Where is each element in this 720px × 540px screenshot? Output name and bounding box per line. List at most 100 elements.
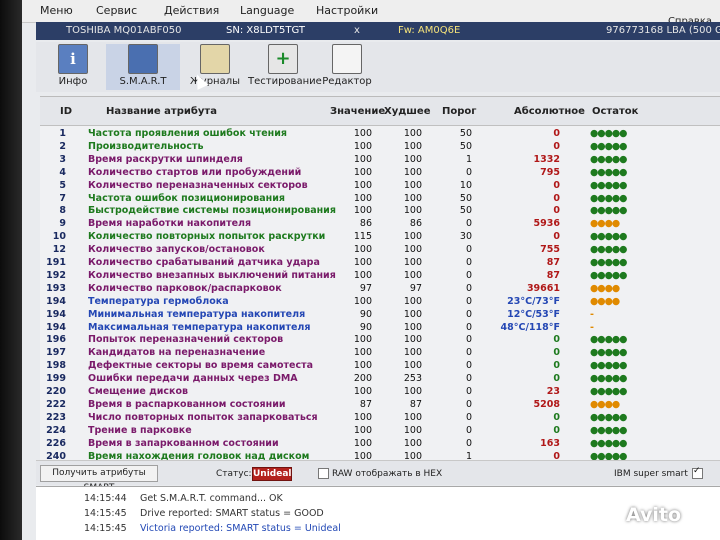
table-row[interactable]: 12 Количество запусков/остановок 100 100 0 75… bbox=[40, 243, 720, 257]
ibm-smart-checkbox[interactable] bbox=[692, 466, 703, 479]
table-row[interactable]: 193 Количество парковок/распарковок 97 97 0 3… bbox=[40, 282, 720, 296]
table-row[interactable]: 10 Количество повторных попыток раскрутки… bbox=[40, 230, 720, 244]
toolbar-label: Инфо bbox=[58, 76, 88, 87]
table-row[interactable]: 194 Температура гермоблока 100 100 0 23°C/73°… bbox=[40, 295, 720, 309]
drive-selector[interactable]: TOSHIBA MQ01ABF050 SN: X8LDT5TGT x Fw: A… bbox=[36, 22, 720, 40]
row-absolute: 0 bbox=[553, 411, 560, 423]
row-attribute-name: Дефектные секторы во время самотеста bbox=[88, 360, 313, 372]
col-worst[interactable]: Худшее bbox=[384, 106, 431, 117]
row-remaining: ●●●●● bbox=[590, 257, 627, 268]
row-remaining: ●●●●● bbox=[590, 334, 627, 346]
row-threshold: 0 bbox=[465, 347, 472, 359]
status-badge: Unideal bbox=[252, 467, 292, 481]
row-attribute-name: Максимальная температура накопителя bbox=[88, 321, 311, 333]
col-id[interactable]: ID bbox=[60, 106, 72, 117]
row-absolute: 795 bbox=[540, 166, 560, 178]
table-row[interactable]: 1 Частота проявления ошибок чтения 100 100 5… bbox=[40, 127, 720, 141]
avito-logo-icon bbox=[600, 505, 622, 527]
row-remaining: ●●●●● bbox=[590, 192, 627, 204]
table-row[interactable]: 9 Время наработки накопителя 86 86 0 5936 ●●●● bbox=[40, 217, 720, 231]
row-id: 192 bbox=[46, 269, 66, 281]
table-row[interactable]: 223 Число повторных попыток запарковаться… bbox=[40, 411, 720, 425]
row-absolute: 0 bbox=[553, 140, 560, 152]
row-worst: 100 bbox=[403, 128, 422, 139]
row-attribute-name: Время в распаркованном состоянии bbox=[88, 398, 286, 410]
row-value: 115 bbox=[353, 231, 372, 243]
row-absolute: 48°C/118°F bbox=[500, 321, 560, 333]
row-remaining: ●●●●● bbox=[590, 244, 627, 256]
table-row[interactable]: 194 Минимальная температура накопителя 90 1… bbox=[40, 308, 720, 322]
col-remaining[interactable]: Остаток bbox=[592, 106, 638, 117]
table-row[interactable]: 220 Смещение дисков 100 100 0 23 ●●●●● bbox=[40, 385, 720, 399]
table-row[interactable]: 3 Время раскрутки шпинделя 100 100 1 1332 ●●●●… bbox=[40, 153, 720, 167]
table-row[interactable]: 2 Производительность 100 100 50 0 ●●●●● bbox=[40, 140, 720, 154]
row-worst: 87 bbox=[409, 398, 422, 410]
row-id: 194 bbox=[46, 308, 66, 320]
row-attribute-name: Кандидатов на переназначение bbox=[88, 347, 266, 359]
col-value[interactable]: Значение bbox=[330, 106, 385, 117]
table-row[interactable]: 199 Ошибки передачи данных через DMA 200 25… bbox=[40, 372, 720, 386]
row-attribute-name: Количество парковок/распарковок bbox=[88, 282, 282, 294]
table-row[interactable]: 4 Количество стартов или пробуждений 100 10… bbox=[40, 166, 720, 180]
col-absolute[interactable]: Абсолютное bbox=[514, 106, 585, 117]
row-worst: 100 bbox=[403, 179, 422, 191]
status-bar: Получить атрибуты SMART Статус: Unideal … bbox=[36, 460, 720, 493]
row-threshold: 0 bbox=[465, 257, 472, 268]
menu-item-settings[interactable]: Настройки bbox=[316, 4, 378, 17]
testing-icon: + bbox=[268, 44, 298, 74]
row-threshold: 50 bbox=[459, 192, 472, 204]
row-attribute-name: Попыток переназначений секторов bbox=[88, 334, 284, 346]
row-absolute: 5936 bbox=[533, 218, 560, 230]
table-row[interactable]: 226 Время в запаркованном состоянии 100 100… bbox=[40, 437, 720, 451]
drive-close[interactable]: x bbox=[354, 25, 360, 36]
row-value: 90 bbox=[359, 321, 372, 333]
monitor-bezel bbox=[0, 0, 22, 540]
row-attribute-name: Количество внезапных выключений питания bbox=[88, 269, 336, 281]
row-absolute: 0 bbox=[553, 128, 560, 139]
table-row[interactable]: 198 Дефектные секторы во время самотеста 1… bbox=[40, 359, 720, 373]
row-worst: 100 bbox=[403, 140, 422, 152]
toolbar-info-button[interactable]: i Инфо bbox=[52, 44, 94, 90]
table-row[interactable]: 191 Количество срабатываний датчика удара… bbox=[40, 256, 720, 270]
row-attribute-name: Время наработки накопителя bbox=[88, 218, 252, 230]
toolbar-editor-button[interactable]: Редактор bbox=[322, 44, 372, 90]
row-id: 223 bbox=[46, 411, 66, 423]
row-absolute: 0 bbox=[553, 205, 560, 217]
table-row[interactable]: 7 Частота ошибок позиционирования 100 100 50… bbox=[40, 192, 720, 206]
toolbar-smart-button[interactable]: S.M.A.R.T bbox=[106, 44, 180, 90]
table-row[interactable]: 194 Максимальная температура накопителя 90… bbox=[40, 321, 720, 335]
row-id: 196 bbox=[46, 334, 66, 346]
row-worst: 100 bbox=[403, 269, 422, 281]
col-name[interactable]: Название атрибута bbox=[106, 106, 217, 117]
table-row[interactable]: 197 Кандидатов на переназначение 100 100 0 0 ●… bbox=[40, 346, 720, 360]
row-remaining: ●●●●● bbox=[590, 153, 627, 165]
row-id: 1 bbox=[59, 128, 66, 139]
row-value: 100 bbox=[353, 166, 372, 178]
row-id: 7 bbox=[59, 192, 66, 204]
col-threshold[interactable]: Порог bbox=[442, 106, 477, 117]
table-row[interactable]: 5 Количество переназначенных секторов 100 1… bbox=[40, 179, 720, 193]
avito-text: Avito bbox=[626, 504, 682, 526]
row-value: 100 bbox=[353, 295, 372, 307]
menu-item-service[interactable]: Сервис bbox=[96, 4, 137, 17]
row-threshold: 0 bbox=[465, 295, 472, 307]
row-id: 220 bbox=[46, 386, 66, 397]
raw-hex-checkbox[interactable] bbox=[318, 468, 329, 479]
row-remaining: ●●●●● bbox=[590, 128, 627, 139]
table-row[interactable]: 196 Попыток переназначений секторов 100 100… bbox=[40, 333, 720, 347]
row-attribute-name: Минимальная температура накопителя bbox=[88, 308, 306, 320]
menu-item-menu[interactable]: Меню bbox=[40, 4, 73, 17]
menu-item-actions[interactable]: Действия bbox=[164, 4, 219, 17]
table-row[interactable]: 192 Количество внезапных выключений питан… bbox=[40, 269, 720, 283]
table-row[interactable]: 8 Быстродействие системы позиционирования… bbox=[40, 204, 720, 218]
toolbar-testing-button[interactable]: + Тестирование bbox=[248, 44, 322, 90]
table-row[interactable]: 222 Время в распаркованном состоянии 87 87 0… bbox=[40, 398, 720, 412]
menu-item-language[interactable]: Language bbox=[240, 4, 294, 17]
table-row[interactable]: 224 Трение в парковке 100 100 0 0 ●●●●● bbox=[40, 424, 720, 438]
ibm-smart-label: IBM super smart bbox=[614, 469, 688, 479]
drive-serial: SN: X8LDT5TGT bbox=[226, 25, 305, 36]
get-smart-button[interactable]: Получить атрибуты SMART bbox=[40, 465, 158, 493]
row-remaining: ●●●● bbox=[590, 282, 620, 294]
row-worst: 100 bbox=[403, 386, 422, 397]
row-value: 86 bbox=[359, 218, 372, 230]
